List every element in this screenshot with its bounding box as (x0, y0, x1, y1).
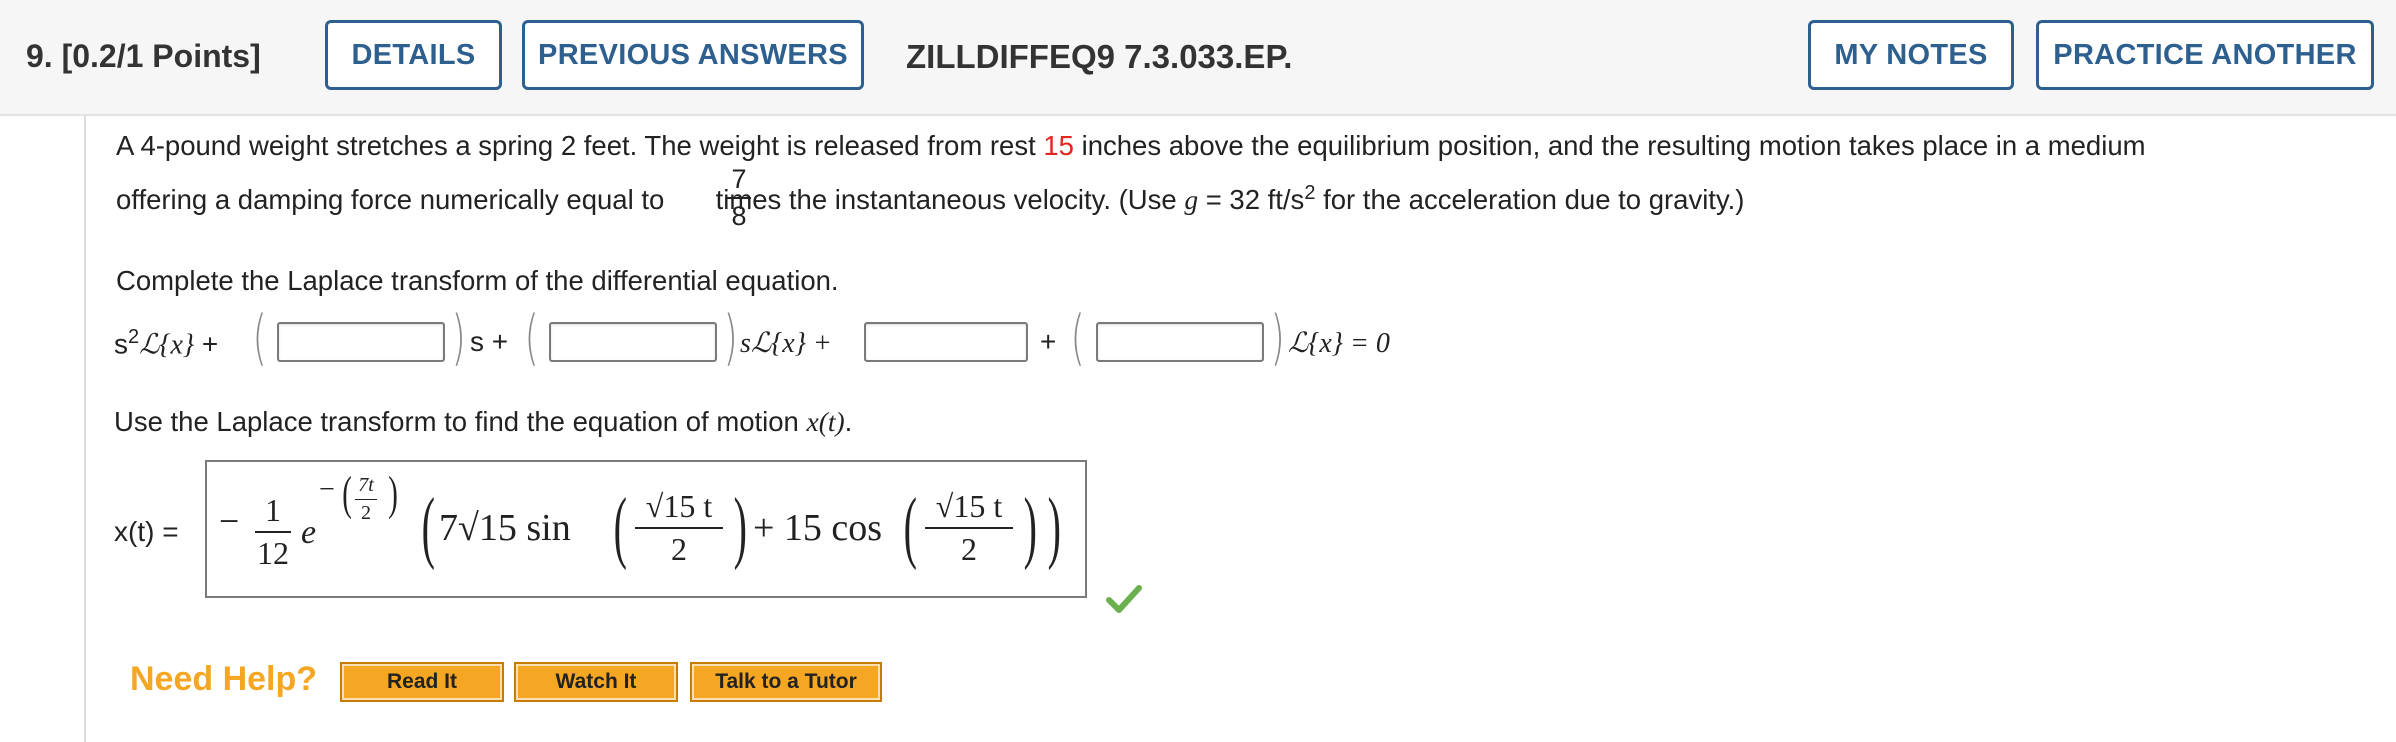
coefficient-input-4[interactable] (1096, 322, 1264, 362)
equation-s2-term: s2ℒ{x} + (114, 326, 218, 361)
plus-sign: + (1040, 326, 1057, 357)
problem-text: offering a damping force numerically equ… (116, 184, 665, 216)
right-paren: ) (723, 303, 738, 373)
fraction-numerator: √15 t (935, 488, 1003, 524)
answer-box[interactable]: − 1 12 e − ( 7t 2 ) ( 7√15 sin ( √15 t 2… (205, 460, 1087, 598)
negative-sign: − (219, 501, 240, 541)
cos-left-paren: ( (903, 483, 917, 571)
fraction-numerator: 7t (358, 474, 374, 496)
e-symbol: e (301, 514, 317, 551)
problem-text: = 32 ft/s (1205, 184, 1305, 216)
instruction-text: Use the Laplace transform to find the eq… (114, 406, 799, 437)
problem-text: times the instantaneous velocity. (Use (715, 184, 1177, 216)
fraction-bar (727, 197, 751, 199)
exponent-neg: − (319, 474, 335, 505)
fraction-numerator: 1 (265, 492, 281, 528)
s-laplace-x-text: sℒ{x} + (740, 328, 832, 359)
coefficient-input-3[interactable] (864, 322, 1028, 362)
right-paren: ) (451, 303, 466, 373)
left-paren: ( (1070, 303, 1085, 373)
sin-term: 7√15 sin (439, 507, 571, 549)
fraction-bar (635, 527, 723, 529)
fraction-denominator: 2 (961, 531, 977, 567)
details-button[interactable]: DETAILS (325, 20, 502, 90)
talk-to-tutor-button[interactable]: Talk to a Tutor (690, 662, 882, 702)
highlight-value: 15 (1043, 130, 1074, 161)
exp-right-paren: ) (388, 467, 398, 520)
outer-left-paren: ( (421, 483, 435, 571)
laplace-x-equals-zero: ℒ{x} = 0 (1288, 328, 1390, 359)
x-of-t-label: x(t) = (114, 516, 179, 547)
fraction-bar (355, 499, 377, 500)
previous-answers-button[interactable]: PREVIOUS ANSWERS (522, 20, 864, 90)
sin-right-paren: ) (733, 483, 747, 571)
coefficient-fraction: 1 12 (255, 492, 291, 572)
my-notes-button[interactable]: MY NOTES (1808, 20, 2014, 90)
coefficient-input-1[interactable] (277, 322, 445, 362)
cos-term: + 15 cos (753, 507, 883, 549)
exponent: 2 (1304, 182, 1316, 204)
fraction-denominator: 2 (671, 531, 687, 567)
sin-left-paren: ( (613, 483, 627, 571)
question-number: 9. [0.2/1 Points] (26, 38, 261, 74)
s-plus-text: s + (470, 326, 509, 357)
fraction-denominator: 2 (361, 502, 371, 524)
exponent: 2 (128, 326, 140, 348)
problem-line-2: offering a damping force numerically equ… (116, 182, 1744, 216)
g-symbol: g (1184, 184, 1199, 216)
part2-instruction: Use the Laplace transform to find the eq… (114, 406, 852, 438)
laplace-x: ℒ{x} (139, 329, 195, 361)
problem-text: for the acceleration due to gravity.) (1323, 184, 1745, 216)
sin-argument: √15 t 2 (635, 488, 723, 568)
left-paren: ( (252, 303, 267, 373)
x-of-t: x(t) (806, 406, 845, 437)
coefficient-input-2[interactable] (549, 322, 717, 362)
problem-text: inches above the equilibrium position, a… (1081, 130, 2146, 161)
fraction-bar (255, 531, 291, 533)
plus-sign: + (201, 328, 219, 360)
correct-check-icon (1106, 585, 1142, 613)
watch-it-button[interactable]: Watch It (514, 662, 678, 702)
fraction-denominator: 12 (257, 535, 289, 571)
question-header: 9. [0.2/1 Points] DETAILS PREVIOUS ANSWE… (0, 0, 2396, 116)
damping-fraction: 7 8 (727, 164, 751, 232)
need-help-label: Need Help? (130, 660, 318, 698)
exponent-fraction: 7t 2 (355, 474, 377, 525)
right-paren: ) (1270, 303, 1285, 373)
practice-another-button[interactable]: PRACTICE ANOTHER (2036, 20, 2374, 90)
fraction-denominator: 8 (731, 201, 747, 231)
s-symbol: s (114, 328, 128, 360)
cos-argument: √15 t 2 (925, 488, 1013, 568)
question-code: ZILLDIFFEQ9 7.3.033.EP. (906, 38, 1293, 75)
read-it-button[interactable]: Read It (340, 662, 504, 702)
problem-text: A 4-pound weight stretches a spring 2 fe… (116, 130, 1036, 161)
exp-left-paren: ( (342, 467, 352, 520)
problem-line-1: A 4-pound weight stretches a spring 2 fe… (116, 130, 2146, 162)
left-paren: ( (524, 303, 539, 373)
fraction-numerator: 7 (731, 164, 747, 194)
outer-right-paren: ) (1047, 483, 1061, 571)
part1-instruction: Complete the Laplace transform of the di… (116, 265, 839, 296)
fraction-numerator: √15 t (645, 488, 713, 524)
cos-right-paren: ) (1023, 483, 1037, 571)
period: . (844, 406, 853, 437)
fraction-bar (925, 527, 1013, 529)
